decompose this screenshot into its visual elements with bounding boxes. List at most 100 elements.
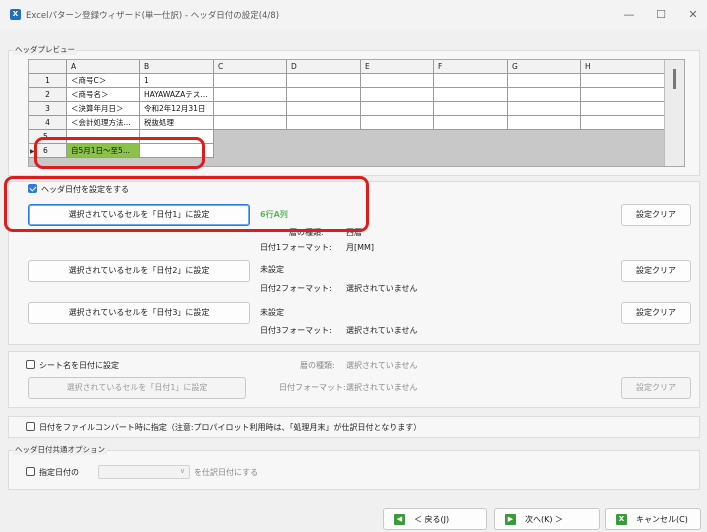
file-convert-checkbox[interactable]	[26, 422, 35, 431]
grid-row-number[interactable]: 2	[29, 88, 67, 102]
date2-format-value: 選択されていません	[346, 284, 418, 293]
excel-app-icon: X	[10, 9, 21, 20]
date1-calendar-label: 暦の種類:	[289, 228, 324, 237]
grid-cell[interactable]: 1	[140, 74, 214, 88]
specified-date-dropdown[interactable]: ∨	[98, 465, 190, 479]
grid-cell[interactable]	[361, 88, 434, 102]
chevron-down-icon: ∨	[179, 467, 185, 475]
close-button[interactable]: ✕	[678, 4, 707, 26]
header-preview-grid[interactable]: A B C D E F G H 1 ＜商号C＞ 1 2 ＜商号名＞ HAYAWA…	[28, 59, 685, 167]
header-preview-legend: ヘッダプレビュー	[13, 44, 77, 55]
grid-cell[interactable]	[581, 88, 666, 102]
specified-date-suffix: を仕訳日付にする	[194, 468, 259, 477]
grid-cell[interactable]: ＜決算年月日＞	[67, 102, 140, 116]
date3-format-value: 選択されていません	[346, 326, 418, 335]
date1-format-value: 月[MM]	[346, 243, 375, 252]
date1-status: 6行A列	[260, 210, 288, 219]
header-date-checkbox[interactable]	[28, 184, 37, 193]
grid-cell[interactable]	[434, 74, 508, 88]
grid-cell[interactable]	[434, 88, 508, 102]
grid-row-number[interactable]: 1	[29, 74, 67, 88]
grid-corner	[29, 60, 67, 74]
scrollbar-thumb[interactable]	[673, 69, 676, 89]
grid-vertical-scrollbar[interactable]	[664, 60, 684, 166]
grid-cell[interactable]	[214, 102, 287, 116]
next-button-label: 次へ(K) ＞	[525, 515, 564, 524]
grid-cell[interactable]	[287, 102, 361, 116]
grid-cell[interactable]	[287, 74, 361, 88]
grid-cell[interactable]	[361, 116, 434, 130]
grid-row-number[interactable]: 3	[29, 102, 67, 116]
set-date3-button[interactable]: 選択されているセルを「日付3」に設定	[28, 302, 250, 324]
date2-format-label: 日付2フォーマット:	[260, 284, 332, 293]
grid-cell[interactable]	[434, 116, 508, 130]
grid-col-header[interactable]: A	[67, 60, 140, 74]
grid-cell[interactable]	[434, 102, 508, 116]
grid-cell[interactable]	[508, 102, 581, 116]
grid-cell[interactable]	[140, 144, 214, 158]
sheet-clear-button[interactable]: 設定クリア	[621, 377, 691, 399]
grid-cell[interactable]: ＜会計処理方法...	[67, 116, 140, 130]
grid-cell[interactable]	[67, 130, 140, 144]
back-button[interactable]: ◀ ＜ 戻る(J)	[383, 508, 487, 530]
grid-col-header[interactable]: H	[581, 60, 666, 74]
clear-date2-button[interactable]: 設定クリア	[621, 260, 691, 282]
grid-cell[interactable]	[581, 116, 666, 130]
set-date2-button[interactable]: 選択されているセルを「日付2」に設定	[28, 260, 250, 282]
grid-row-number[interactable]: 4	[29, 116, 67, 130]
date2-status: 未設定	[260, 265, 284, 274]
grid-cell[interactable]: 税抜処理	[140, 116, 214, 130]
grid-cell[interactable]	[581, 74, 666, 88]
grid-row-number[interactable]: 5	[29, 130, 67, 144]
clear-date3-button[interactable]: 設定クリア	[621, 302, 691, 324]
sheet-date-checkbox[interactable]	[26, 360, 35, 369]
date1-format-label: 日付1フォーマット:	[260, 243, 332, 252]
grid-cell[interactable]	[508, 116, 581, 130]
set-date1-button[interactable]: 選択されているセルを「日付1」に設定	[28, 204, 250, 226]
grid-col-header[interactable]: D	[287, 60, 361, 74]
back-arrow-icon: ◀	[394, 514, 405, 525]
date3-status: 未設定	[260, 308, 284, 317]
sheet-format-value: 選択されていません	[346, 383, 418, 392]
specified-date-checkbox[interactable]	[26, 467, 35, 476]
title-bar: X Excelパターン登録ウィザード(単一仕訳) - ヘッダ日付の設定(4/8)…	[0, 0, 707, 30]
grid-cell[interactable]	[214, 88, 287, 102]
clear-date1-button[interactable]: 設定クリア	[621, 204, 691, 226]
next-button[interactable]: ▶ 次へ(K) ＞	[494, 508, 600, 530]
grid-cell[interactable]	[214, 116, 287, 130]
sheet-set-date1-button[interactable]: 選択されているセルを「日付1」に設定	[28, 377, 246, 399]
grid-cell[interactable]: ＜商号名＞	[67, 88, 140, 102]
common-options-legend: ヘッダ日付共通オプション	[13, 444, 107, 455]
grid-cell[interactable]	[214, 74, 287, 88]
grid-cell[interactable]	[140, 130, 214, 144]
grid-cell[interactable]: HAYAWAZAテス...	[140, 88, 214, 102]
next-arrow-icon: ▶	[505, 514, 516, 525]
sheet-calendar-label: 暦の種類:	[300, 361, 335, 370]
grid-cell[interactable]: ＜商号C＞	[67, 74, 140, 88]
grid-cell[interactable]: 令和2年12月31日	[140, 102, 214, 116]
sheet-date-checkbox-label: シート名を日付に設定	[39, 361, 119, 370]
grid-col-header[interactable]: B	[140, 60, 214, 74]
maximize-button[interactable]: ☐	[646, 4, 676, 26]
grid-cell[interactable]	[508, 88, 581, 102]
cancel-button[interactable]: X キャンセル(C)	[605, 508, 701, 530]
grid-col-header[interactable]: F	[434, 60, 508, 74]
window-title: Excelパターン登録ウィザード(単一仕訳) - ヘッダ日付の設定(4/8)	[26, 11, 280, 21]
grid-col-header[interactable]: G	[508, 60, 581, 74]
sheet-format-label: 日付フォーマット:	[279, 383, 346, 392]
grid-col-header[interactable]: E	[361, 60, 434, 74]
back-button-label: ＜ 戻る(J)	[414, 515, 450, 524]
minimize-button[interactable]: —	[614, 4, 644, 26]
grid-cell[interactable]	[581, 102, 666, 116]
grid-cell-selected[interactable]: 自5月1日～至5...	[67, 144, 140, 158]
current-row-arrow-icon: ▶	[30, 148, 35, 155]
grid-cell[interactable]	[361, 74, 434, 88]
sheet-calendar-value: 選択されていません	[346, 361, 418, 370]
date3-format-label: 日付3フォーマット:	[260, 326, 332, 335]
grid-cell[interactable]	[287, 116, 361, 130]
grid-cell[interactable]	[361, 102, 434, 116]
grid-cell[interactable]	[508, 74, 581, 88]
grid-col-header[interactable]: C	[214, 60, 287, 74]
file-convert-checkbox-label: 日付をファイルコンバート時に指定（注意:プロパイロット利用時は、「処理月末」が仕…	[39, 423, 422, 432]
grid-cell[interactable]	[287, 88, 361, 102]
